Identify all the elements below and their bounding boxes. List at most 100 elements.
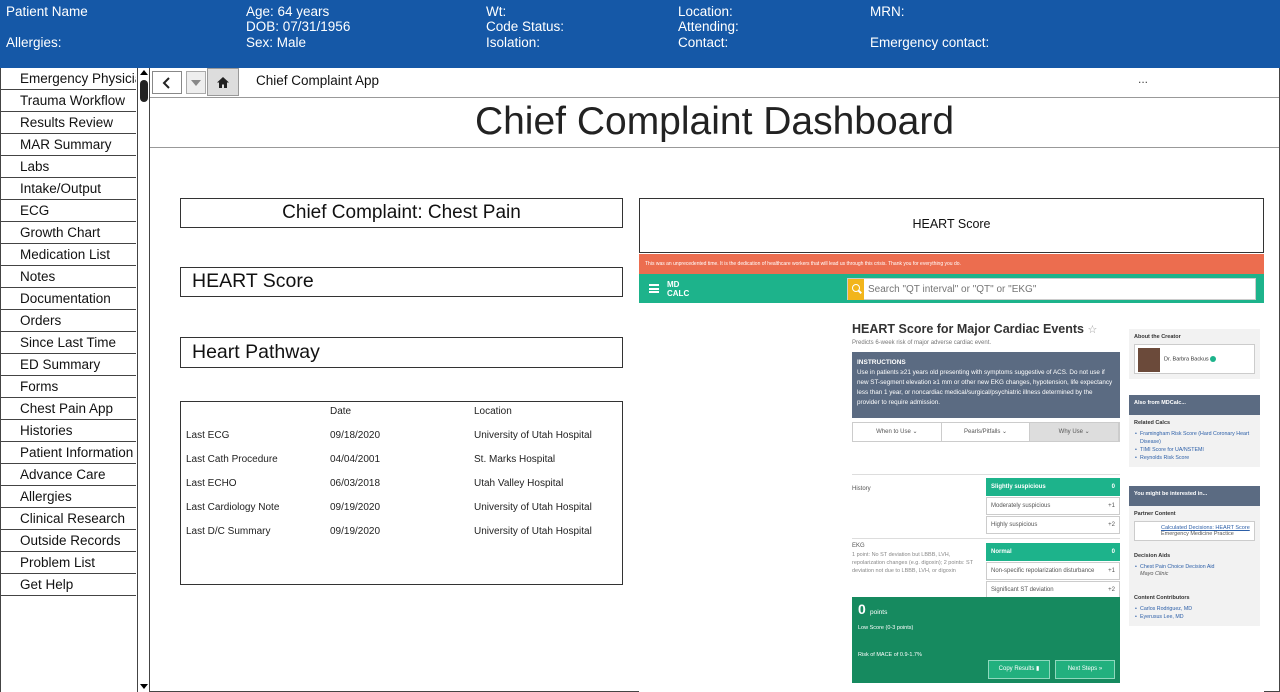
related-calc-link[interactable]: Framingham Risk Score (Hard Coronary Hea…	[1134, 430, 1255, 446]
creator-card[interactable]: Dr. Barbra Backus	[1134, 344, 1255, 374]
verified-icon	[1210, 356, 1217, 362]
option-label: Highly suspicious	[991, 522, 1038, 528]
sidebar: Emergency Physicia Trauma Workflow Resul…	[0, 68, 150, 692]
scroll-thumb[interactable]	[140, 80, 148, 102]
sidebar-item-emergency-physician[interactable]: Emergency Physicia	[1, 68, 136, 90]
sidebar-menu: Emergency Physicia Trauma Workflow Resul…	[1, 68, 136, 596]
allergies-field: Allergies:	[6, 35, 62, 50]
sidebar-item-problem-list[interactable]: Problem List	[1, 552, 136, 574]
calc-info-tabs: When to Use ⌄ Pearls/Pitfalls ⌄ Why Use …	[852, 422, 1120, 442]
result-points-word: points	[870, 609, 888, 616]
sidebar-item-mar-summary[interactable]: MAR Summary	[1, 134, 136, 156]
announcement-bar: This was an unprecedented time. It is th…	[639, 254, 1264, 274]
avatar	[1138, 348, 1160, 372]
related-calcs-label: Related Calcs	[1134, 420, 1171, 426]
sidebar-item-medication-list[interactable]: Medication List	[1, 244, 136, 266]
weight-field: Wt:	[486, 4, 507, 19]
ekg-option-nonspecific[interactable]: Non-specific repolarization disturbance +…	[986, 562, 1120, 580]
result-risk: Risk of MACE of 0.9-1.7%	[858, 652, 922, 658]
location-field: Location:	[678, 4, 733, 19]
sidebar-item-documentation[interactable]: Documentation	[1, 288, 136, 310]
calc-title: HEART Score for Major Cardiac Events ☆	[852, 322, 1097, 336]
heart-score-button[interactable]: HEART Score	[180, 267, 623, 297]
mdcalc-embed: This was an unprecedented time. It is th…	[639, 254, 1264, 692]
row-label: Last Cardiology Note	[186, 502, 280, 513]
instructions-text: Use in patients ≥21 years old presenting…	[857, 369, 1113, 406]
sidebar-item-allergies[interactable]: Allergies	[1, 486, 136, 508]
sidebar-item-growth-chart[interactable]: Growth Chart	[1, 222, 136, 244]
sidebar-item-histories[interactable]: Histories	[1, 420, 136, 442]
related-calc-link[interactable]: Reynolds Risk Score	[1134, 454, 1255, 462]
mrn-field: MRN:	[870, 4, 905, 19]
next-steps-button[interactable]: Next Steps »	[1055, 660, 1115, 679]
divider	[852, 538, 1120, 539]
sidebar-scrollbar[interactable]	[137, 68, 150, 692]
tab-pearls-pitfalls[interactable]: Pearls/Pitfalls ⌄	[942, 423, 1031, 441]
sidebar-item-patient-information[interactable]: Patient Information	[1, 442, 136, 464]
app-navbar: Chief Complaint App ...	[150, 68, 1279, 96]
sidebar-item-ed-summary[interactable]: ED Summary	[1, 354, 136, 376]
calc-subtitle: Predicts 6-week risk of major adverse ca…	[852, 340, 992, 346]
patient-name: Patient Name	[6, 4, 88, 19]
sidebar-item-ecg[interactable]: ECG	[1, 200, 136, 222]
sidebar-item-since-last-time[interactable]: Since Last Time	[1, 332, 136, 354]
sidebar-item-notes[interactable]: Notes	[1, 266, 136, 288]
sidebar-item-get-help[interactable]: Get Help	[1, 574, 136, 596]
result-interpretation: Low Score (0-3 points)	[858, 625, 914, 631]
search-icon[interactable]	[848, 279, 864, 300]
copy-results-button[interactable]: Copy Results ▮	[988, 660, 1050, 679]
sidebar-item-results-review[interactable]: Results Review	[1, 112, 136, 134]
sidebar-item-trauma-workflow[interactable]: Trauma Workflow	[1, 90, 136, 112]
history-option-slight[interactable]: Slightly suspicious 0	[986, 478, 1120, 496]
favorite-star-icon[interactable]: ☆	[1088, 324, 1098, 336]
option-label: Slightly suspicious	[991, 484, 1046, 490]
decision-aid-link[interactable]: Chest Pain Choice Decision Aid	[1134, 563, 1255, 571]
main-content: Chief Complaint App ... Chief Complaint …	[150, 68, 1280, 692]
history-option-moderate[interactable]: Moderately suspicious +1	[986, 497, 1120, 515]
history-dropdown-button[interactable]	[186, 71, 206, 94]
tab-when-to-use[interactable]: When to Use ⌄	[853, 423, 942, 441]
contributor-link[interactable]: Eyerusus Lee, MD	[1134, 613, 1255, 621]
isolation-field: Isolation:	[486, 35, 541, 50]
about-creator-label: About the Creator	[1134, 334, 1181, 340]
ekg-description: 1 point: No ST deviation but LBBB, LVH, …	[852, 552, 973, 574]
scroll-up-icon[interactable]	[140, 70, 148, 75]
also-from-card: Also from MDCalc... Related Calcs Framin…	[1129, 395, 1260, 467]
interested-card: You might be interested in... Partner Co…	[1129, 486, 1260, 626]
about-creator-card: About the Creator Dr. Barbra Backus	[1129, 329, 1260, 379]
overflow-menu-button[interactable]: ...	[1138, 72, 1148, 86]
home-button[interactable]	[207, 68, 239, 96]
sidebar-item-orders[interactable]: Orders	[1, 310, 136, 332]
sidebar-item-outside-records[interactable]: Outside Records	[1, 530, 136, 552]
decision-aids-label: Decision Aids	[1134, 553, 1171, 559]
scroll-down-icon[interactable]	[140, 684, 148, 689]
sidebar-item-chest-pain-app[interactable]: Chest Pain App	[1, 398, 136, 420]
row-location: University of Utah Hospital	[474, 526, 592, 537]
calc-title-text: HEART Score for Major Cardiac Events	[852, 322, 1085, 336]
related-calc-link[interactable]: TIMI Score for UA/NSTEMI	[1134, 446, 1255, 454]
sidebar-item-advance-care[interactable]: Advance Care	[1, 464, 136, 486]
partner-content-label: Partner Content	[1134, 511, 1176, 517]
sidebar-item-labs[interactable]: Labs	[1, 156, 136, 178]
option-points: +2	[1108, 522, 1115, 528]
tab-chief-complaint-app[interactable]: Chief Complaint App	[256, 73, 379, 88]
heart-pathway-button[interactable]: Heart Pathway	[180, 337, 623, 368]
row-date: 09/19/2020	[330, 502, 381, 513]
partner-card[interactable]: Calculated Decisions: HEART Score Emerge…	[1134, 521, 1255, 541]
interested-header: You might be interested in...	[1129, 486, 1260, 506]
tab-why-use[interactable]: Why Use ⌄	[1030, 423, 1120, 441]
search-input[interactable]	[868, 279, 1253, 299]
row-location: St. Marks Hospital	[474, 454, 556, 465]
contributor-link[interactable]: Carlos Rodriguez, MD	[1134, 605, 1255, 613]
ekg-option-normal[interactable]: Normal 0	[986, 543, 1120, 561]
partner-content-section: Partner Content Calculated Decisions: HE…	[1129, 506, 1260, 626]
sidebar-item-forms[interactable]: Forms	[1, 376, 136, 398]
hamburger-menu-icon[interactable]	[649, 284, 659, 293]
contributors-label: Content Contributors	[1134, 595, 1190, 601]
mdcalc-logo[interactable]: MD CALC	[667, 280, 689, 298]
sidebar-item-clinical-research[interactable]: Clinical Research	[1, 508, 136, 530]
option-label: Non-specific repolarization disturbance	[991, 568, 1095, 574]
sidebar-item-intake-output[interactable]: Intake/Output	[1, 178, 136, 200]
back-button[interactable]	[152, 71, 182, 94]
history-option-high[interactable]: Highly suspicious +2	[986, 516, 1120, 534]
